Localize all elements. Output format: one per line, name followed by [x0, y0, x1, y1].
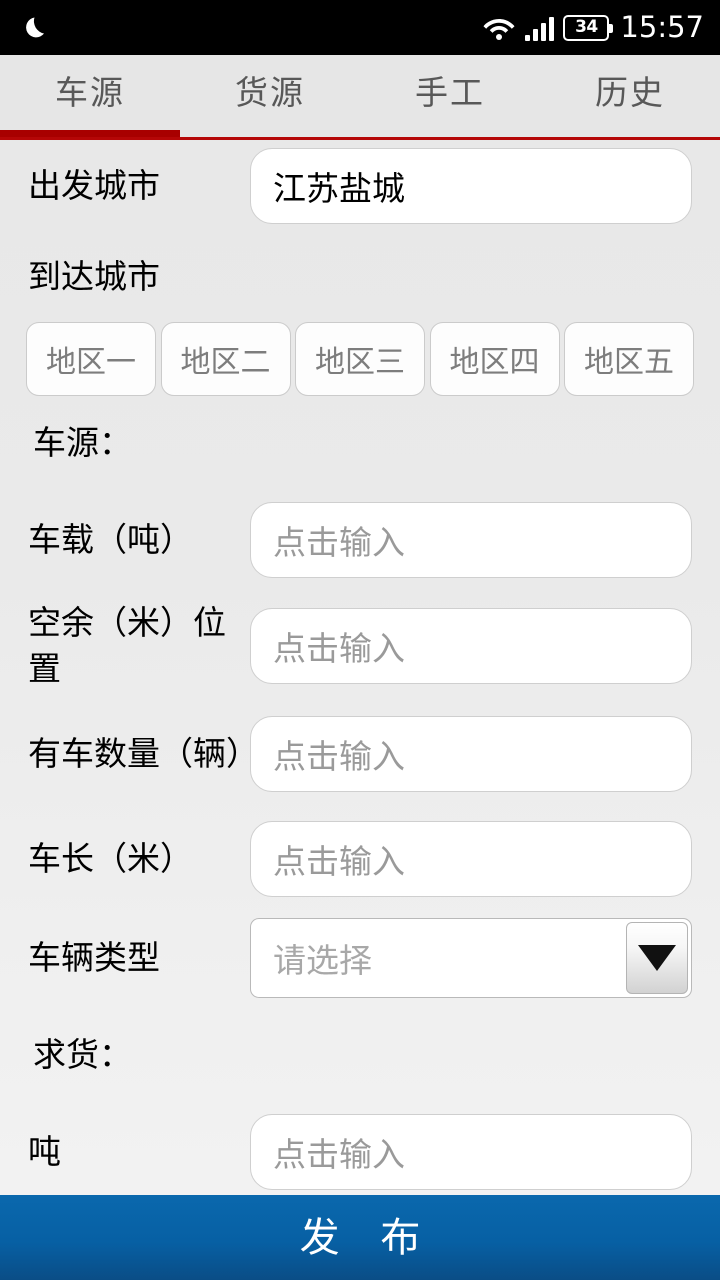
input-cargo-tons[interactable]: 点击输入 — [250, 1114, 692, 1190]
do-not-disturb-moon-icon — [22, 13, 52, 43]
form-content: 出发城市 江苏盐城 到达城市 地区一 地区二 地区三 地区四 地区五 车源： 车… — [0, 140, 720, 1195]
tab-manual[interactable]: 手工 — [360, 76, 540, 109]
placeholder-vehicle-load: 点击输入 — [273, 523, 405, 562]
status-bar: 34 15:57 — [0, 0, 720, 55]
row-vehicle-type: 车辆类型 请选择 — [0, 910, 720, 1006]
row-free-space: 空余（米）位置 点击输入 — [0, 592, 720, 700]
input-free-space[interactable]: 点击输入 — [250, 608, 692, 684]
chevron-down-icon[interactable] — [626, 922, 688, 994]
section-title-vehicle: 车源： — [33, 422, 132, 462]
row-cargo-tons: 吨 点击输入 — [0, 1102, 720, 1195]
publish-button-label: 发 布 — [299, 1214, 435, 1261]
wifi-icon — [482, 15, 516, 41]
tab-active-indicator — [0, 130, 180, 137]
status-bar-clock: 15:57 — [620, 10, 704, 44]
tab-bar: 车源 货源 手工 历史 — [0, 55, 720, 130]
battery-level-text: 34 — [575, 17, 598, 37]
row-departure-city: 出发城市 江苏盐城 — [0, 140, 720, 232]
input-vehicle-load[interactable]: 点击输入 — [250, 502, 692, 578]
input-vehicle-length[interactable]: 点击输入 — [250, 821, 692, 897]
region-chip-4[interactable]: 地区四 — [429, 322, 560, 396]
label-vehicle-count: 有车数量（辆） — [28, 734, 259, 773]
label-cargo-tons: 吨 — [28, 1132, 61, 1171]
region-chip-3[interactable]: 地区三 — [295, 322, 425, 396]
battery-icon: 34 — [563, 14, 614, 41]
region-chip-1[interactable]: 地区一 — [26, 322, 156, 396]
region-chip-group: 地区一 地区二 地区三 地区四 地区五 — [0, 322, 720, 396]
tab-indicator-row — [0, 130, 720, 140]
row-vehicle-count: 有车数量（辆） 点击输入 — [0, 700, 720, 808]
label-arrival-city: 到达城市 — [28, 257, 160, 296]
placeholder-free-space: 点击输入 — [273, 629, 405, 668]
select-vehicle-type[interactable]: 请选择 — [250, 918, 692, 998]
label-departure-city: 出发城市 — [28, 166, 160, 205]
row-vehicle-load: 车载（吨） 点击输入 — [0, 488, 720, 592]
placeholder-vehicle-length: 点击输入 — [273, 842, 405, 881]
label-vehicle-load: 车载（吨） — [28, 520, 193, 559]
section-vehicle-header: 车源： — [0, 396, 720, 488]
row-arrival-city-label: 到达城市 — [0, 232, 720, 322]
tab-vehicle-source[interactable]: 车源 — [0, 76, 180, 109]
cellular-signal-icon — [525, 15, 555, 41]
tab-history[interactable]: 历史 — [540, 76, 720, 109]
status-bar-left — [22, 13, 482, 43]
region-chip-5[interactable]: 地区五 — [564, 322, 694, 396]
placeholder-cargo-tons: 点击输入 — [273, 1135, 405, 1174]
status-bar-right: 34 15:57 — [482, 13, 704, 42]
label-vehicle-type: 车辆类型 — [28, 938, 160, 977]
placeholder-vehicle-count: 点击输入 — [273, 737, 405, 776]
publish-button[interactable]: 发 布 — [0, 1195, 720, 1280]
region-chip-2[interactable]: 地区二 — [160, 322, 291, 396]
row-vehicle-length: 车长（米） 点击输入 — [0, 808, 720, 910]
input-departure-city[interactable]: 江苏盐城 — [250, 148, 692, 224]
select-vehicle-type-value: 请选择 — [273, 941, 372, 980]
input-departure-city-value: 江苏盐城 — [273, 169, 405, 208]
label-vehicle-length: 车长（米） — [28, 839, 193, 878]
section-title-cargo: 求货： — [33, 1034, 132, 1074]
tab-cargo-source[interactable]: 货源 — [180, 76, 360, 109]
section-cargo-header: 求货： — [0, 1006, 720, 1102]
label-free-space: 空余（米）位置 — [28, 603, 226, 688]
input-vehicle-count[interactable]: 点击输入 — [250, 716, 692, 792]
